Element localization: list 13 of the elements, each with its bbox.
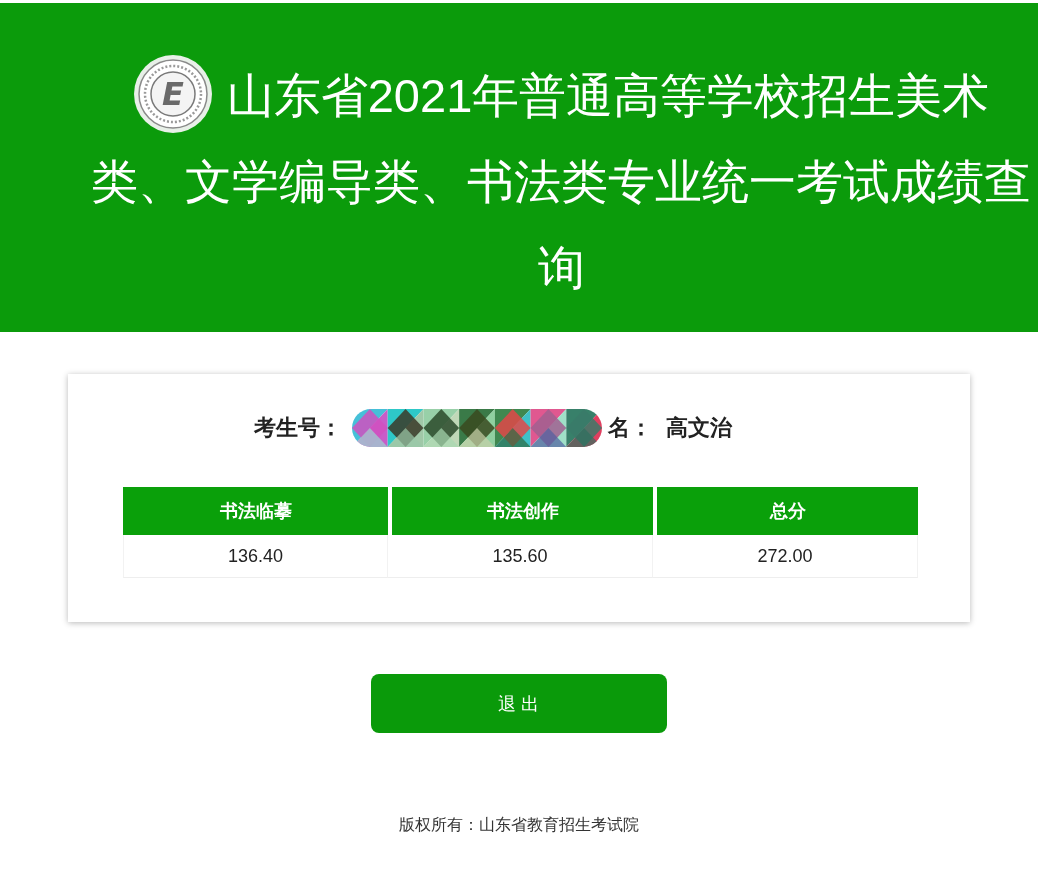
- page-title: 类、文学编导类、书法类专业统一考试成绩查: [91, 154, 1031, 210]
- name-label: 名：: [608, 414, 652, 442]
- score-cell: 136.40: [123, 535, 388, 578]
- candidate-name: 高文治: [666, 414, 732, 442]
- score-cell: 135.60: [388, 535, 653, 578]
- page-title: 山东省2021年普通高等学校招生美术: [226, 68, 990, 124]
- exit-button[interactable]: 退 出: [371, 674, 667, 733]
- logo: E: [132, 54, 213, 134]
- page-title: 询: [537, 240, 585, 296]
- candidate-number-label: 考生号：: [254, 414, 342, 442]
- score-cell: 272.00: [653, 535, 918, 578]
- copyright-text: 版权所有：山东省教育招生考试院: [399, 815, 639, 835]
- column-header: 书法临摹: [123, 487, 388, 535]
